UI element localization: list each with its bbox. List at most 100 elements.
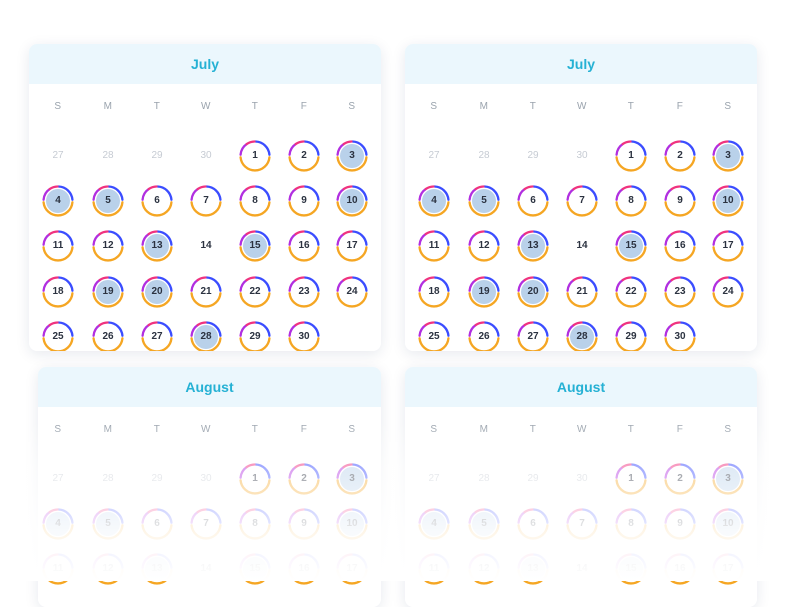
calendar-day[interactable]: 17 <box>336 553 368 585</box>
calendar-day[interactable]: 8 <box>239 508 271 540</box>
calendar-day[interactable]: 2 <box>664 463 696 495</box>
calendar-day[interactable]: 3 <box>336 463 368 495</box>
calendar-day[interactable]: 14 <box>566 230 598 262</box>
day-number: 24 <box>346 286 358 297</box>
calendar-day[interactable]: 11 <box>418 553 450 585</box>
day-number: 9 <box>677 518 683 529</box>
calendar-day[interactable]: 17 <box>336 230 368 262</box>
calendar-day[interactable]: 2 <box>664 140 696 172</box>
calendar-day[interactable]: 25 <box>418 321 450 351</box>
calendar-day[interactable]: 21 <box>190 276 222 308</box>
calendar-day[interactable]: 25 <box>42 321 74 351</box>
calendar-day[interactable]: 7 <box>566 508 598 540</box>
calendar-day[interactable]: 18 <box>42 276 74 308</box>
calendar-day[interactable]: 22 <box>615 276 647 308</box>
calendar-day[interactable]: 19 <box>92 276 124 308</box>
calendar-day[interactable]: 27 <box>141 321 173 351</box>
calendar-day[interactable]: 28 <box>190 321 222 351</box>
calendar-day[interactable]: 1 <box>615 140 647 172</box>
calendar-day[interactable]: 1 <box>615 463 647 495</box>
calendar-day[interactable]: 17 <box>712 230 744 262</box>
calendar-day[interactable]: 14 <box>190 553 222 585</box>
calendar-day[interactable]: 20 <box>517 276 549 308</box>
calendar-day[interactable]: 3 <box>712 140 744 172</box>
calendar-day[interactable]: 29 <box>615 321 647 351</box>
calendar-day[interactable]: 6 <box>517 508 549 540</box>
calendar-day[interactable]: 12 <box>468 230 500 262</box>
calendar-day[interactable]: 22 <box>239 276 271 308</box>
calendar-day[interactable]: 10 <box>336 508 368 540</box>
calendar-day[interactable]: 23 <box>664 276 696 308</box>
calendar-day[interactable]: 7 <box>190 508 222 540</box>
calendar-day[interactable]: 12 <box>92 553 124 585</box>
calendar-day[interactable]: 3 <box>712 463 744 495</box>
calendar-day[interactable]: 28 <box>566 321 598 351</box>
calendar-day[interactable]: 8 <box>615 508 647 540</box>
calendar-day[interactable]: 7 <box>190 185 222 217</box>
calendar-day[interactable]: 30 <box>664 321 696 351</box>
calendar-day[interactable]: 6 <box>141 185 173 217</box>
calendar-day[interactable]: 10 <box>712 508 744 540</box>
calendar-day[interactable]: 20 <box>141 276 173 308</box>
calendar-day[interactable]: 5 <box>92 508 124 540</box>
calendar-day[interactable]: 9 <box>664 185 696 217</box>
calendar-day[interactable]: 3 <box>336 140 368 172</box>
calendar-day[interactable]: 9 <box>288 185 320 217</box>
calendar-day[interactable]: 17 <box>712 553 744 585</box>
calendar-day[interactable]: 5 <box>92 185 124 217</box>
calendar-day[interactable]: 19 <box>468 276 500 308</box>
calendar-day[interactable]: 16 <box>288 230 320 262</box>
calendar-day[interactable]: 2 <box>288 463 320 495</box>
calendar-day[interactable]: 26 <box>468 321 500 351</box>
calendar-day[interactable]: 10 <box>712 185 744 217</box>
calendar-day[interactable]: 5 <box>468 185 500 217</box>
calendar-day[interactable]: 5 <box>468 508 500 540</box>
calendar-day[interactable]: 24 <box>336 276 368 308</box>
calendar-day[interactable]: 15 <box>615 230 647 262</box>
calendar-day[interactable]: 2 <box>288 140 320 172</box>
calendar-day[interactable]: 15 <box>615 553 647 585</box>
calendar-day[interactable]: 12 <box>468 553 500 585</box>
calendar-day[interactable]: 15 <box>239 230 271 262</box>
calendar-day[interactable]: 9 <box>664 508 696 540</box>
calendar-day[interactable]: 29 <box>239 321 271 351</box>
calendar-day[interactable]: 13 <box>141 230 173 262</box>
calendar-day[interactable]: 6 <box>517 185 549 217</box>
calendar-day[interactable]: 4 <box>42 508 74 540</box>
calendar-day[interactable]: 14 <box>566 553 598 585</box>
calendar-day[interactable]: 4 <box>418 508 450 540</box>
calendar-day[interactable]: 7 <box>566 185 598 217</box>
calendar-day[interactable]: 4 <box>42 185 74 217</box>
calendar-day[interactable]: 30 <box>288 321 320 351</box>
calendar-day[interactable]: 12 <box>92 230 124 262</box>
calendar-day[interactable]: 6 <box>141 508 173 540</box>
calendar-day[interactable]: 11 <box>42 230 74 262</box>
calendar-day[interactable]: 11 <box>42 553 74 585</box>
calendar-day[interactable]: 23 <box>288 276 320 308</box>
calendar-day[interactable]: 16 <box>664 553 696 585</box>
calendar-day[interactable]: 11 <box>418 230 450 262</box>
day-number: 28 <box>200 331 212 342</box>
weekday-label: M <box>479 101 489 112</box>
calendar-day[interactable]: 24 <box>712 276 744 308</box>
calendar-day[interactable]: 16 <box>288 553 320 585</box>
calendar-day[interactable]: 8 <box>239 185 271 217</box>
calendar-day[interactable]: 8 <box>615 185 647 217</box>
calendar-day[interactable]: 4 <box>418 185 450 217</box>
calendar-day[interactable]: 26 <box>92 321 124 351</box>
day-number: 5 <box>105 518 111 529</box>
calendar-day[interactable]: 15 <box>239 553 271 585</box>
calendar-day[interactable]: 14 <box>190 230 222 262</box>
calendar-day[interactable]: 18 <box>418 276 450 308</box>
calendar-day[interactable]: 1 <box>239 463 271 495</box>
calendar-day[interactable]: 1 <box>239 140 271 172</box>
calendar-day[interactable]: 13 <box>141 553 173 585</box>
calendar-day[interactable]: 16 <box>664 230 696 262</box>
calendar-day[interactable]: 27 <box>517 321 549 351</box>
calendar-day[interactable]: 13 <box>517 230 549 262</box>
calendar-day[interactable]: 10 <box>336 185 368 217</box>
calendar-day[interactable]: 13 <box>517 553 549 585</box>
calendar-day[interactable]: 21 <box>566 276 598 308</box>
calendar-day[interactable]: 9 <box>288 508 320 540</box>
calendar-day-outside-month: 29 <box>517 463 549 495</box>
